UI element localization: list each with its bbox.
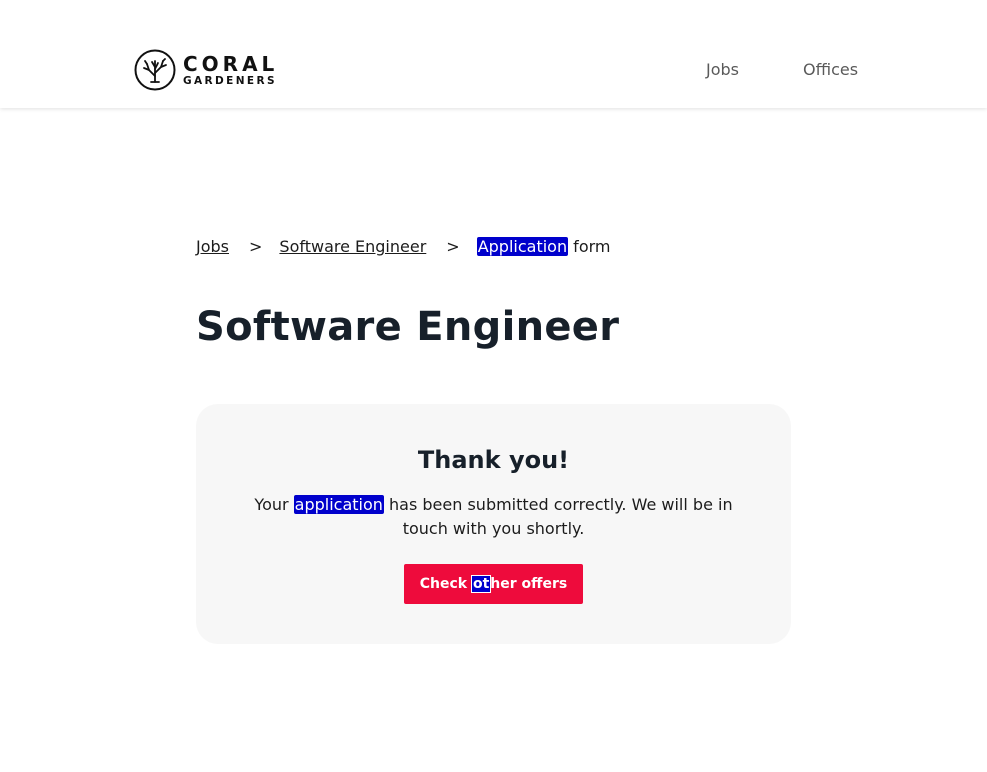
logo-line1: CORAL — [183, 51, 279, 76]
confirmation-title: Thank you! — [417, 446, 570, 474]
confirmation-message: Your application has been submitted corr… — [241, 493, 746, 541]
main-nav: Jobs Offices — [706, 60, 858, 79]
confirmation-card: Thank you! Your application has been sub… — [196, 404, 791, 644]
breadcrumb-current-rest: form — [568, 237, 611, 256]
breadcrumb: Jobs > Software Engineer > Application f… — [196, 237, 610, 256]
logo-line2: GARDENERS — [183, 74, 277, 87]
breadcrumb-current-highlight: Application — [476, 237, 569, 256]
message-suffix: has been submitted correctly. We will be… — [383, 495, 733, 538]
logo-text: CORAL GARDENERS — [183, 54, 278, 87]
breadcrumb-separator: > — [249, 237, 263, 256]
page-title: Software Engineer — [196, 304, 620, 350]
breadcrumb-software-engineer[interactable]: Software Engineer — [279, 237, 426, 256]
coral-icon — [134, 49, 176, 91]
button-text-highlight: ot — [470, 575, 492, 593]
nav-item-jobs[interactable]: Jobs — [706, 60, 739, 79]
check-other-offers-button[interactable]: Check other offers — [404, 564, 583, 604]
message-prefix: Your — [254, 495, 294, 514]
button-text-part1: Check — [419, 576, 472, 592]
breadcrumb-jobs[interactable]: Jobs — [196, 237, 229, 256]
logo-link[interactable]: CORAL GARDENERS — [134, 49, 278, 91]
breadcrumb-current: Application form — [476, 237, 611, 256]
message-highlight: application — [293, 495, 384, 514]
nav-item-offices[interactable]: Offices — [803, 60, 858, 79]
button-text-part2: her offers — [490, 576, 568, 592]
site-header: CORAL GARDENERS Jobs Offices — [0, 0, 987, 108]
breadcrumb-separator: > — [446, 237, 460, 256]
